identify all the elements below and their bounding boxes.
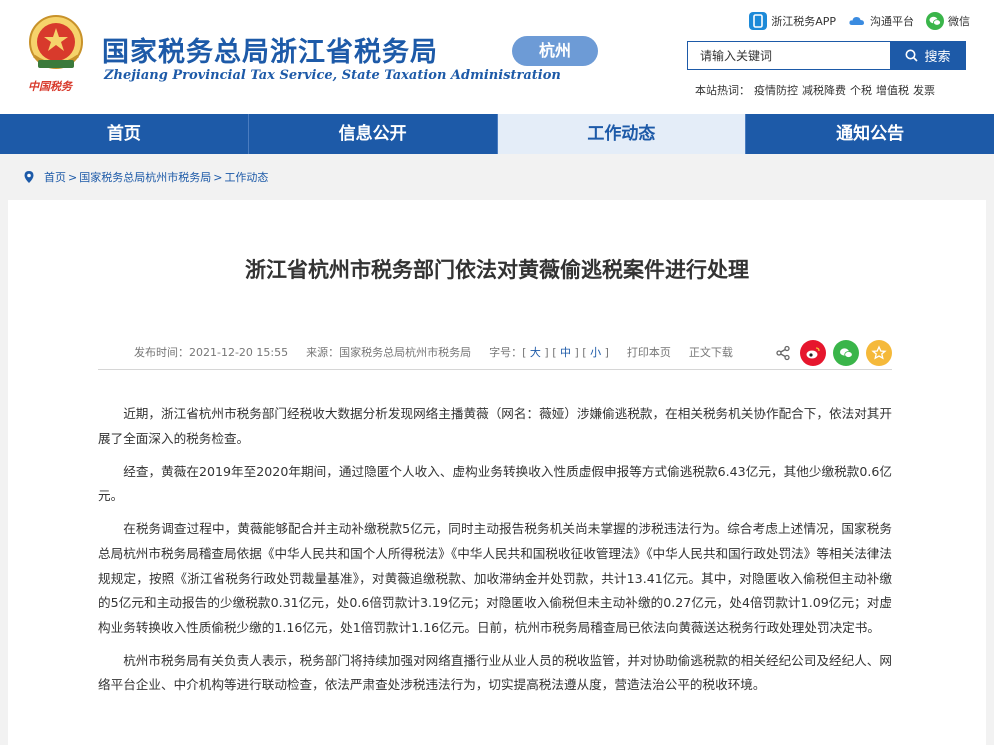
font-size-small[interactable]: 小 <box>590 346 601 359</box>
site-title-cn[interactable]: 国家税务总局浙江省税务局 <box>102 30 438 69</box>
app-icon <box>749 12 768 30</box>
app-link[interactable]: 浙江税务APP <box>749 12 836 30</box>
top-links: 浙江税务APP 沟通平台 微信 <box>749 12 970 30</box>
wechat-share-icon[interactable] <box>833 340 859 366</box>
location-pin-icon <box>24 171 34 183</box>
article-meta: 发布时间：2021-12-20 15:55 来源：国家税务总局杭州市税务局 字号… <box>98 338 892 370</box>
emblem-caption: 中国税务 <box>28 80 72 93</box>
article-paragraph: 近期，浙江省杭州市税务部门经税收大数据分析发现网络主播黄薇（网名：薇娅）涉嫌偷逃… <box>98 406 892 446</box>
nav-item-home[interactable]: 首页 <box>0 114 248 154</box>
font-size-medium[interactable]: 中 <box>560 346 571 359</box>
nav-item-work-news[interactable]: 工作动态 <box>496 114 746 154</box>
site-header: 中国税务 国家税务总局浙江省税务局 Zhejiang Provincial Ta… <box>0 0 994 114</box>
favorite-icon[interactable] <box>866 340 892 366</box>
article-title: 浙江省杭州市税务部门依法对黄薇偷逃税案件进行处理 <box>245 258 749 282</box>
article-body: 近期，浙江省杭州市税务部门经税收大数据分析发现网络主播黄薇（网名：薇娅）涉嫌偷逃… <box>98 402 892 707</box>
hot-words-label: 本站热词： <box>695 84 750 97</box>
communication-platform-link[interactable]: 沟通平台 <box>848 12 914 30</box>
hot-words: 本站热词： 疫情防控 减税降费 个税 增值税 发票 <box>695 82 935 98</box>
communication-platform-label: 沟通平台 <box>870 15 914 28</box>
nav-item-notices[interactable]: 通知公告 <box>745 114 994 154</box>
article-paragraph: 杭州市税务局有关负责人表示，税务部门将持续加强对网络直播行业从业人员的税收监管，… <box>98 652 892 693</box>
hot-word-link[interactable]: 发票 <box>913 82 935 98</box>
wechat-link[interactable]: 微信 <box>926 12 970 30</box>
hot-word-link[interactable]: 个税 <box>850 82 872 98</box>
share-icon[interactable] <box>773 340 793 366</box>
app-link-label: 浙江税务APP <box>771 15 836 28</box>
cloud-icon <box>848 12 866 30</box>
breadcrumb-hangzhou-tax-bureau[interactable]: 国家税务总局杭州市税务局 <box>79 169 211 185</box>
breadcrumb-work-news[interactable]: 工作动态 <box>224 169 268 185</box>
main-nav: 首页 信息公开 工作动态 通知公告 <box>0 114 994 154</box>
font-size-large[interactable]: 大 <box>530 346 541 359</box>
share-bar <box>773 340 892 366</box>
site-search: 搜索 <box>687 41 966 70</box>
wechat-icon <box>926 12 944 30</box>
publish-time: 发布时间：2021-12-20 15:55 <box>134 346 289 359</box>
city-badge[interactable]: 杭州 <box>512 36 598 66</box>
breadcrumb-separator: > <box>213 170 223 184</box>
hot-word-link[interactable]: 增值税 <box>876 82 909 98</box>
breadcrumb-home[interactable]: 首页 <box>44 169 66 185</box>
hot-word-link[interactable]: 疫情防控 <box>754 82 798 98</box>
nav-item-info-disclosure[interactable]: 信息公开 <box>247 114 497 154</box>
breadcrumb: 首页 > 国家税务总局杭州市税务局 > 工作动态 <box>22 168 268 186</box>
print-button[interactable]: 打印本页 <box>627 344 671 360</box>
article-source: 来源：国家税务总局杭州市税务局 <box>306 346 472 359</box>
search-button-label: 搜索 <box>924 50 951 65</box>
search-button[interactable]: 搜索 <box>890 41 966 70</box>
search-input[interactable] <box>687 41 890 70</box>
article-container: 浙江省杭州市税务部门依法对黄薇偷逃税案件进行处理 发布时间：2021-12-20… <box>8 200 986 745</box>
weibo-icon[interactable] <box>800 340 826 366</box>
font-size-label: 字号： <box>489 346 523 359</box>
breadcrumb-separator: > <box>68 170 78 184</box>
search-icon <box>905 49 919 62</box>
hot-word-link[interactable]: 减税降费 <box>802 82 846 98</box>
article-paragraph: 在税务调查过程中，黄薇能够配合并主动补缴税款5亿元，同时主动报告税务机关尚未掌握… <box>98 521 892 635</box>
site-title-en: Zhejiang Provincial Tax Service, State T… <box>104 68 561 83</box>
font-size-options: 字号：[ 大 ] [ 中 ] [ 小 ] <box>489 346 609 359</box>
article-paragraph: 经查，黄薇在2019年至2020年期间，通过隐匿个人收入、虚构业务转换收入性质虚… <box>98 463 892 504</box>
wechat-link-label: 微信 <box>948 15 970 28</box>
download-button[interactable]: 正文下载 <box>689 344 733 360</box>
